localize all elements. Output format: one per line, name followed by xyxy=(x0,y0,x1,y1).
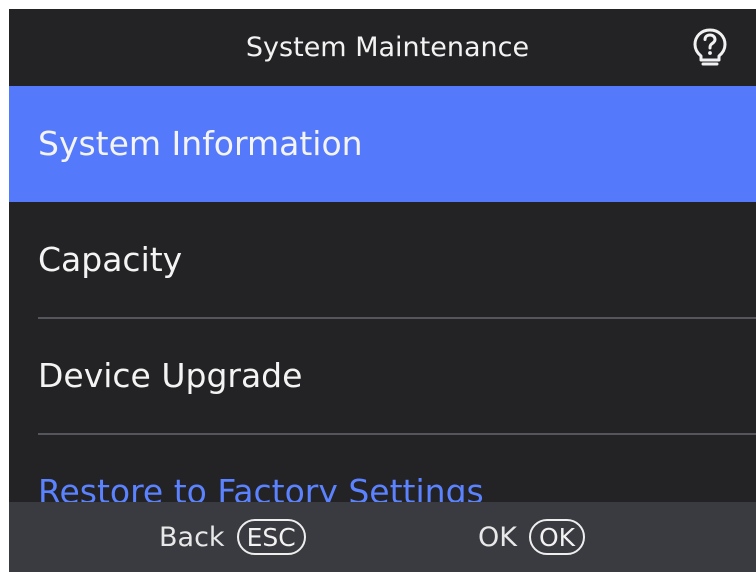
menu-item-capacity[interactable]: Capacity xyxy=(9,202,756,318)
menu-item-label: Capacity xyxy=(38,240,183,279)
menu-item-label: Device Upgrade xyxy=(38,356,303,395)
menu-list: System Information Capacity Device Upgra… xyxy=(9,86,756,502)
ok-label: OK xyxy=(478,521,517,553)
menu-item-device-upgrade[interactable]: Device Upgrade xyxy=(9,318,756,434)
back-label: Back xyxy=(159,521,225,553)
ok-key-badge: OK xyxy=(528,519,586,555)
footer-bar: Back ESC OK OK xyxy=(9,502,756,572)
menu-item-label: System Information xyxy=(38,124,363,163)
page-title: System Maintenance xyxy=(245,32,530,63)
esc-key-badge: ESC xyxy=(236,519,306,555)
header-bar: System Maintenance xyxy=(9,9,756,86)
menu-item-system-information[interactable]: System Information xyxy=(9,86,756,202)
help-icon[interactable] xyxy=(692,27,728,69)
ok-button[interactable]: OK OK xyxy=(478,502,586,572)
device-screen: System Maintenance System Information Ca… xyxy=(9,9,756,572)
menu-item-restore-factory-settings[interactable]: Restore to Factory Settings xyxy=(9,434,756,502)
back-button[interactable]: Back ESC xyxy=(159,502,306,572)
menu-item-label: Restore to Factory Settings xyxy=(38,472,484,502)
